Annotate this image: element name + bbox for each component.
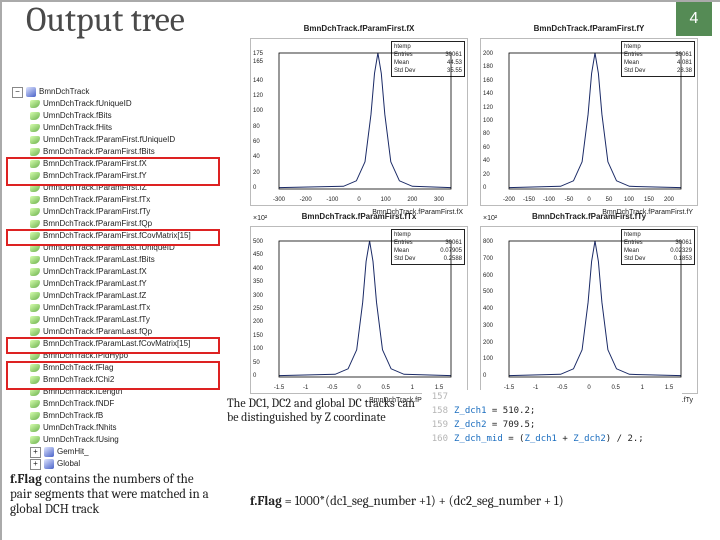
tree-item[interactable]: UmnDchTrack.fParamLast.fTy xyxy=(8,314,218,326)
tree-item[interactable]: +Global xyxy=(8,458,218,470)
histogram-fy: BmnDchTrack.fParamFirst.fYhtempEntries30… xyxy=(480,38,698,206)
tree-item[interactable]: UmnDchTrack.fParamLast.fTx xyxy=(8,302,218,314)
tree-item[interactable]: UmnDchTrack.fParamLast.fX xyxy=(8,266,218,278)
tree-item[interactable]: UmnDchTrack.fHits xyxy=(8,122,218,134)
code-line: 160Z_dch_mid = (Z_dch1 + Z_dch2) / 2.; xyxy=(422,432,682,446)
tree-item[interactable]: BmnDchTrack.fParamFirst.fY xyxy=(8,170,218,182)
tree-browser: −BmnDchTrackUmnDchTrack.fUniqueIDUmnDchT… xyxy=(8,86,218,446)
tree-item[interactable]: +GemHit_ xyxy=(8,446,218,458)
slide-title: Output tree xyxy=(26,0,185,40)
fflag-formula: f.Flag = 1000*(dc1_seg_number +1) + (dc2… xyxy=(250,494,564,509)
tree-item[interactable]: UmnDchTrack.fBits xyxy=(8,110,218,122)
histogram-ftx: BmnDchTrack.fParamFirst.fTxhtempEntries3… xyxy=(250,226,468,394)
tree-root[interactable]: −BmnDchTrack xyxy=(8,86,218,98)
y-exponent: ×10² xyxy=(253,215,267,222)
tree-item[interactable]: UmnDchTrack.fParamFirst.fUniqueID xyxy=(8,134,218,146)
note-z-coordinate: The DC1, DC2 and global DC tracks can be… xyxy=(227,396,415,424)
tree-item[interactable]: UmnDchTrack.fParamFirst.fTy xyxy=(8,206,218,218)
tree-item[interactable]: UmnDchTrack.fParamLast.fBits xyxy=(8,254,218,266)
code-snippet: 157158Z_dch1 = 510.2;159Z_dch2 = 709.5;1… xyxy=(422,390,682,446)
tree-item[interactable]: BmnDchTrack.fB xyxy=(8,410,218,422)
tree-item[interactable]: BmnDchTrack.fLength xyxy=(8,386,218,398)
tree-item[interactable]: UmnDchTrack.fNhits xyxy=(8,422,218,434)
histogram-curve xyxy=(251,227,467,393)
tree-item[interactable]: UmnDchTrack.fParamLast.fUniqueID xyxy=(8,242,218,254)
tree-item[interactable]: BmnDchTrack.fParamFirst.fCovMatrix[15] xyxy=(8,230,218,242)
note-fflag-var: f.Flag xyxy=(10,472,42,487)
tree-item[interactable]: BmnDchTrack.fParamFirst.fX xyxy=(8,158,218,170)
tree-item[interactable]: UmnDchTrack.fParamLast.fQp xyxy=(8,326,218,338)
tree-item[interactable]: UmnDchTrack.fUniqueID xyxy=(8,98,218,110)
histogram-fty: BmnDchTrack.fParamFirst.fTyhtempEntries3… xyxy=(480,226,698,394)
code-line: 159Z_dch2 = 709.5; xyxy=(422,418,682,432)
fflag-formula-var: f.Flag xyxy=(250,494,282,509)
note-fflag: f.Flag contains the numbers of the pair … xyxy=(10,472,216,517)
code-line: 157 xyxy=(422,390,682,404)
tree-item[interactable]: UmnDchTrack.fUsing xyxy=(8,434,218,446)
tree-item[interactable]: BmnDchTrack.fChi2 xyxy=(8,374,218,386)
tree-item[interactable]: BmnDchTrack.fFlag xyxy=(8,362,218,374)
tree-item[interactable]: BmnDchTrack.fNDF xyxy=(8,398,218,410)
histogram-curve xyxy=(251,39,467,205)
tree-item[interactable]: BmnDchTrack.fParamFirst.fTx xyxy=(8,194,218,206)
tree-item[interactable]: UmnDchTrack.fParamFirst.fZ xyxy=(8,182,218,194)
histogram-curve xyxy=(481,39,697,205)
tree-item[interactable]: BmnDchTrack.fParamFirst.fQp xyxy=(8,218,218,230)
histogram-fx: BmnDchTrack.fParamFirst.fXhtempEntries30… xyxy=(250,38,468,206)
tree-item[interactable]: BmnDchTrack.fPidHypo xyxy=(8,350,218,362)
y-exponent: ×10² xyxy=(483,215,497,222)
chart-title: BmnDchTrack.fParamFirst.fTy xyxy=(481,212,697,221)
tree-item[interactable]: BmnDchTrack.fParamLast.fCovMatrix[15] xyxy=(8,338,218,350)
histogram-curve xyxy=(481,227,697,393)
slide: 4 Output tree −BmnDchTrackUmnDchTrack.fU… xyxy=(0,0,720,540)
chart-title: BmnDchTrack.fParamFirst.fX xyxy=(251,24,467,33)
tree-item[interactable]: BmnDchTrack.fParamFirst.fBits xyxy=(8,146,218,158)
chart-title: BmnDchTrack.fParamFirst.fY xyxy=(481,24,697,33)
tree-item[interactable]: UmnDchTrack.fParamLast.fY xyxy=(8,278,218,290)
fflag-formula-expr: = 1000*(dc1_seg_number +1) + (dc2_seg_nu… xyxy=(282,494,564,509)
tree-item[interactable]: UmnDchTrack.fParamLast.fZ xyxy=(8,290,218,302)
chart-title: BmnDchTrack.fParamFirst.fTx xyxy=(251,212,467,221)
code-line: 158Z_dch1 = 510.2; xyxy=(422,404,682,418)
